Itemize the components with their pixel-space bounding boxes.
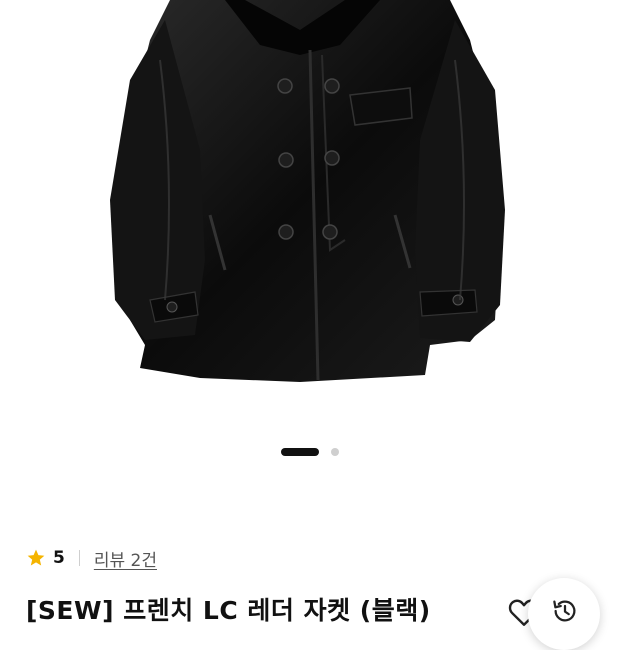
history-icon	[553, 600, 576, 622]
rating-row: 5 리뷰 2건	[26, 545, 157, 571]
rating-score: 5	[53, 548, 65, 568]
recent-views-button[interactable]	[528, 578, 600, 650]
jacket-image	[110, 0, 505, 382]
gallery-pagination	[0, 446, 620, 458]
product-title: [SEW] 프렌치 LC 레더 자켓 (블랙)	[26, 596, 431, 625]
divider	[78, 550, 80, 566]
review-count-link[interactable]: 리뷰 2건	[94, 546, 157, 571]
product-image[interactable]	[0, 0, 620, 480]
pagination-dot[interactable]	[331, 448, 339, 456]
star-icon	[27, 549, 45, 566]
pagination-dot-active[interactable]	[281, 448, 319, 456]
